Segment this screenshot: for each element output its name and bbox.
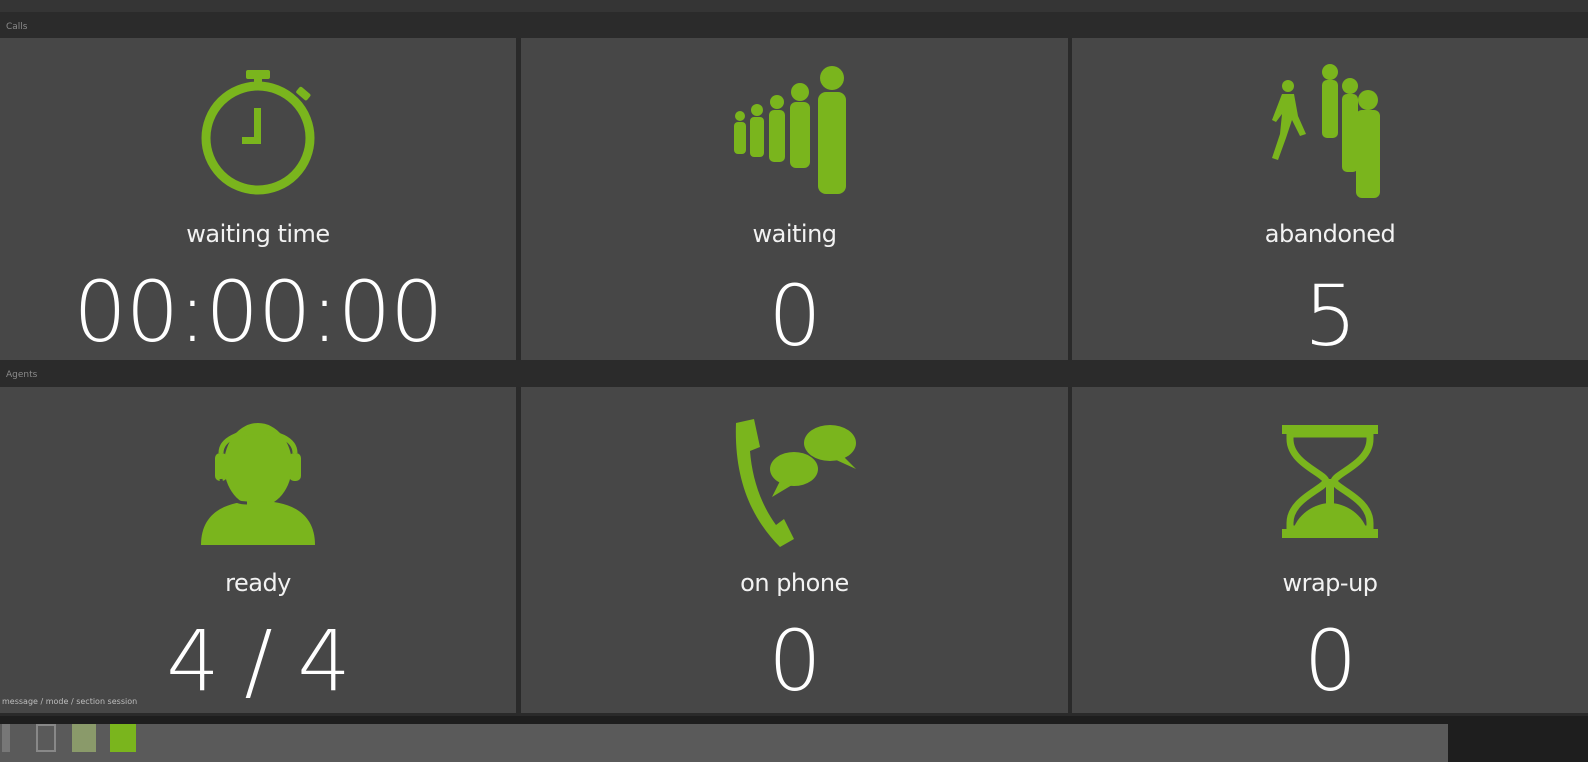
tile-label: waiting [752,220,837,248]
taskbar-bar [0,724,1448,762]
footer-note: message / mode / section session [2,697,138,706]
phone-talk-icon [730,417,860,547]
agent-headset-icon [193,417,323,547]
calls-row: waiting time 00:00:00 waiting 0 abandone… [0,38,1588,360]
tile-waiting: waiting 0 [521,38,1068,360]
people-leaving-icon [1270,64,1390,200]
tile-label: on phone [740,569,849,597]
taskbar [0,716,1588,762]
tile-value: 0 [768,267,821,360]
tile-abandoned: abandoned 5 [1072,38,1588,360]
tile-ready: ready 4 / 4 [0,387,516,713]
tile-value: 0 [768,612,821,710]
window-top-strip [0,0,1588,12]
tile-label: abandoned [1264,220,1396,248]
stopwatch-icon [198,68,318,198]
tile-wrap-up: wrap-up 0 [1072,387,1588,713]
section-header-calls: Calls [0,12,1588,38]
tile-on-phone: on phone 0 [521,387,1068,713]
agents-row: ready 4 / 4 on phone 0 wrap-up 0 [0,387,1588,713]
queue-people-icon [730,64,860,198]
taskbar-start-button[interactable] [2,724,10,752]
tile-waiting-time: waiting time 00:00:00 [0,38,516,360]
tile-value: 0 [1303,612,1357,710]
tile-value: 5 [1303,267,1357,360]
tile-value: 00:00:00 [73,263,443,360]
tile-label: waiting time [186,220,330,248]
grid-icon[interactable] [72,724,96,752]
tile-value: 4 / 4 [166,612,351,710]
section-header-agents: Agents [0,360,1588,387]
queue-icon[interactable] [110,724,136,752]
tile-label: wrap-up [1282,569,1378,597]
tile-label: ready [225,569,291,597]
fullscreen-icon[interactable] [36,724,56,752]
hourglass-icon [1280,423,1380,543]
